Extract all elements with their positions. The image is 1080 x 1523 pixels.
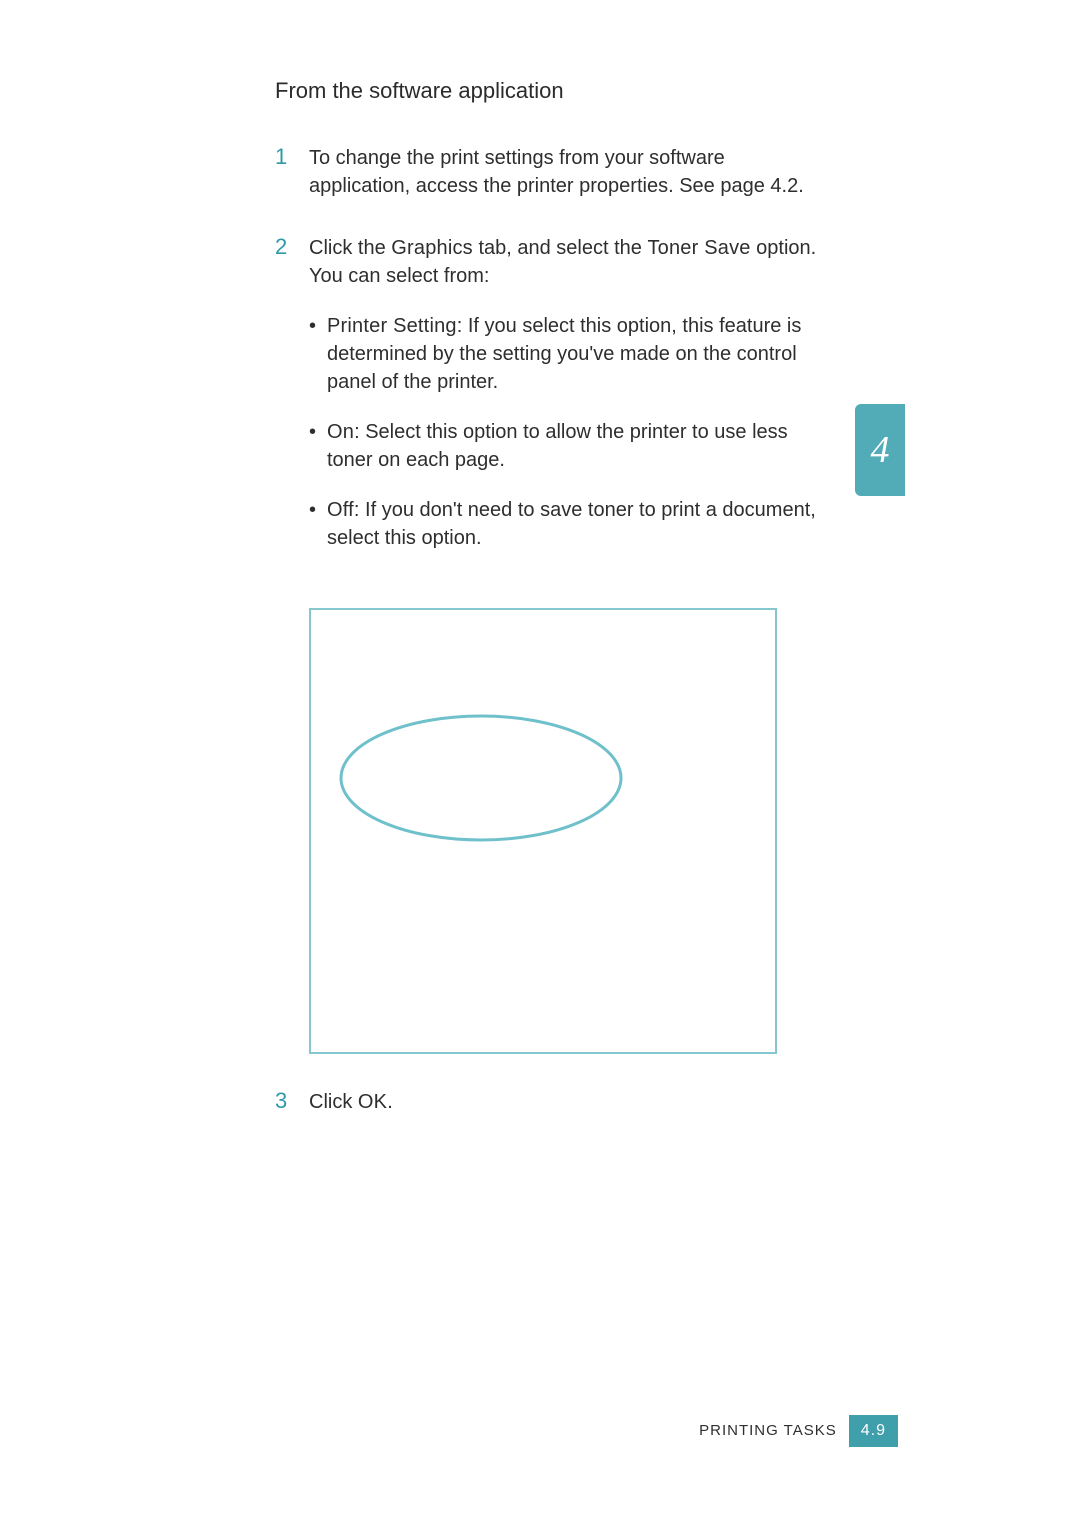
step-1: 1 To change the print settings from your… — [275, 144, 820, 200]
step-2-bullets: • Printer Setting: If you select this op… — [309, 312, 820, 552]
step-2: 2 Click the Graphics tab, and select the… — [275, 234, 820, 574]
printer-setting-term: Printer Setting — [327, 315, 457, 337]
step-3: 3 Click OK. — [275, 1088, 820, 1116]
off-text: : If you don't need to save toner to pri… — [327, 499, 816, 549]
bullet-printer-setting: • Printer Setting: If you select this op… — [309, 312, 820, 396]
step-2-number: 2 — [275, 234, 309, 260]
screenshot-figure — [309, 608, 777, 1054]
step-2-body: Click the Graphics tab, and select the T… — [309, 234, 820, 574]
on-term: On — [327, 421, 354, 443]
manual-page: From the software application 1 To chang… — [0, 0, 1080, 1523]
step-1-body: To change the print settings from your s… — [309, 144, 820, 200]
step-3-pre: Click — [309, 1091, 358, 1113]
off-term: Off — [327, 499, 354, 521]
footer-right: PRINTING TASKS 4.9 — [699, 1415, 898, 1447]
footer-page-number: 4.9 — [849, 1415, 898, 1447]
toner-save-term: Toner Save — [647, 237, 750, 259]
ok-term: OK — [358, 1091, 387, 1113]
chapter-tab: 4 — [855, 404, 905, 496]
bullet-dot-icon: • — [309, 418, 316, 446]
on-text: : Select this option to allow the printe… — [327, 421, 788, 471]
bullet-on: • On: Select this option to allow the pr… — [309, 418, 820, 474]
step-3-post: . — [387, 1091, 393, 1113]
highlight-ellipse-icon — [311, 610, 771, 1048]
step-2-intro-a: Click the — [309, 237, 391, 259]
step-3-body: Click OK. — [309, 1088, 820, 1116]
bullet-off: • Off: If you don't need to save toner t… — [309, 496, 820, 552]
page-footer: PRINTING TASKS 4.9 — [0, 1413, 1080, 1447]
step-2-intro-b: tab, and select the — [473, 237, 648, 259]
step-1-number: 1 — [275, 144, 309, 170]
bullet-dot-icon: • — [309, 496, 316, 524]
graphics-term: Graphics — [391, 237, 473, 259]
bullet-dot-icon: • — [309, 312, 316, 340]
page-content: From the software application 1 To chang… — [275, 78, 820, 1150]
footer-section-label: PRINTING TASKS — [699, 1415, 849, 1447]
chapter-tab-number: 4 — [871, 428, 890, 472]
step-3-number: 3 — [275, 1088, 309, 1114]
section-heading: From the software application — [275, 78, 820, 104]
